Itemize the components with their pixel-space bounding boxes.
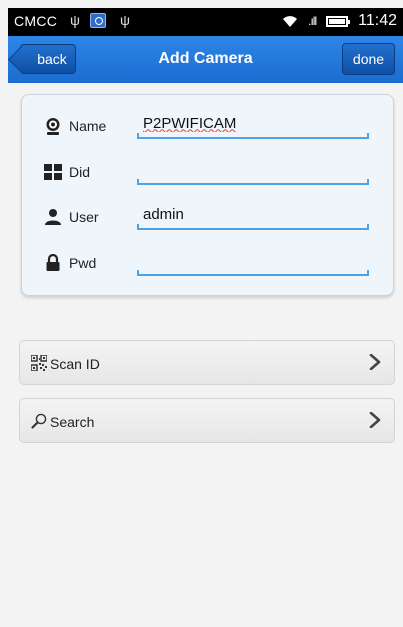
- title-bar: back Add Camera done: [8, 36, 403, 83]
- form-row-pwd: Pwd: [22, 245, 393, 281]
- battery-icon: [326, 15, 351, 27]
- form-row-name: Name: [22, 108, 393, 144]
- chevron-right-icon: [369, 354, 381, 370]
- qr-code-icon: [31, 355, 47, 371]
- did-field-wrapper: [137, 157, 369, 185]
- usb-icon: ψ: [70, 12, 80, 28]
- scan-id-button[interactable]: Scan ID: [19, 340, 395, 385]
- user-icon: [45, 209, 61, 225]
- wifi-icon: [282, 14, 298, 28]
- form-row-user: User: [22, 199, 393, 235]
- carrier-label: CMCC: [14, 13, 58, 29]
- chevron-right-icon: [369, 412, 381, 428]
- name-input[interactable]: [137, 111, 369, 135]
- user-field-wrapper: [137, 202, 369, 230]
- pwd-label: Pwd: [69, 255, 97, 271]
- camera-form-card: Name Did User Pwd: [21, 94, 394, 296]
- did-label: Did: [69, 164, 91, 180]
- user-label: User: [69, 209, 99, 225]
- app-notification-icon: [90, 13, 106, 28]
- name-field-wrapper: [137, 111, 369, 139]
- search-button[interactable]: Search: [19, 398, 395, 443]
- search-label: Search: [50, 414, 95, 430]
- name-label: Name: [69, 118, 107, 134]
- status-bar: CMCC ψ ψ .ıll 11:42: [8, 8, 403, 36]
- clock: 11:42: [358, 12, 397, 29]
- done-button[interactable]: done: [342, 43, 395, 75]
- lock-icon: [46, 254, 60, 271]
- grid-icon: [44, 164, 62, 180]
- pwd-input[interactable]: [137, 248, 369, 272]
- did-input[interactable]: [137, 157, 369, 181]
- form-row-did: Did: [22, 154, 393, 190]
- scan-id-label: Scan ID: [50, 356, 100, 372]
- magnifier-icon: [31, 413, 47, 429]
- webcam-icon: [46, 118, 60, 135]
- pwd-field-wrapper: [137, 248, 369, 276]
- usb-icon: ψ: [120, 12, 130, 28]
- user-input[interactable]: [137, 202, 369, 226]
- signal-icon: .ıll: [308, 14, 317, 28]
